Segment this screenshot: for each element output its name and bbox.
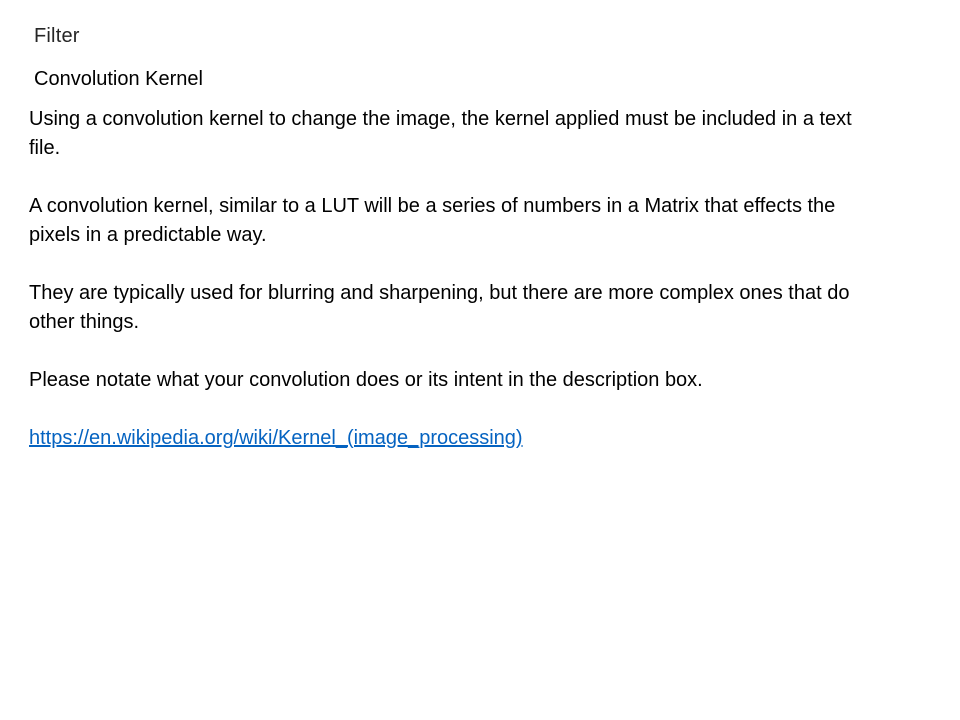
wikipedia-kernel-link[interactable]: https://en.wikipedia.org/wiki/Kernel_(im… (29, 427, 523, 449)
slide-body: Using a convolution kernel to change the… (29, 105, 879, 453)
paragraph-notate-instruction: Please notate what your convolution does… (29, 369, 703, 391)
paragraph-kernel-requirement: Using a convolution kernel to change the… (29, 108, 852, 159)
paragraph-kernel-definition: A convolution kernel, similar to a LUT w… (29, 195, 836, 246)
section-label: Filter (34, 25, 80, 47)
slide-heading: Convolution Kernel (34, 68, 203, 90)
paragraph-kernel-uses: They are typically used for blurring and… (29, 282, 850, 333)
slide: Filter Convolution Kernel Using a convol… (0, 0, 960, 720)
